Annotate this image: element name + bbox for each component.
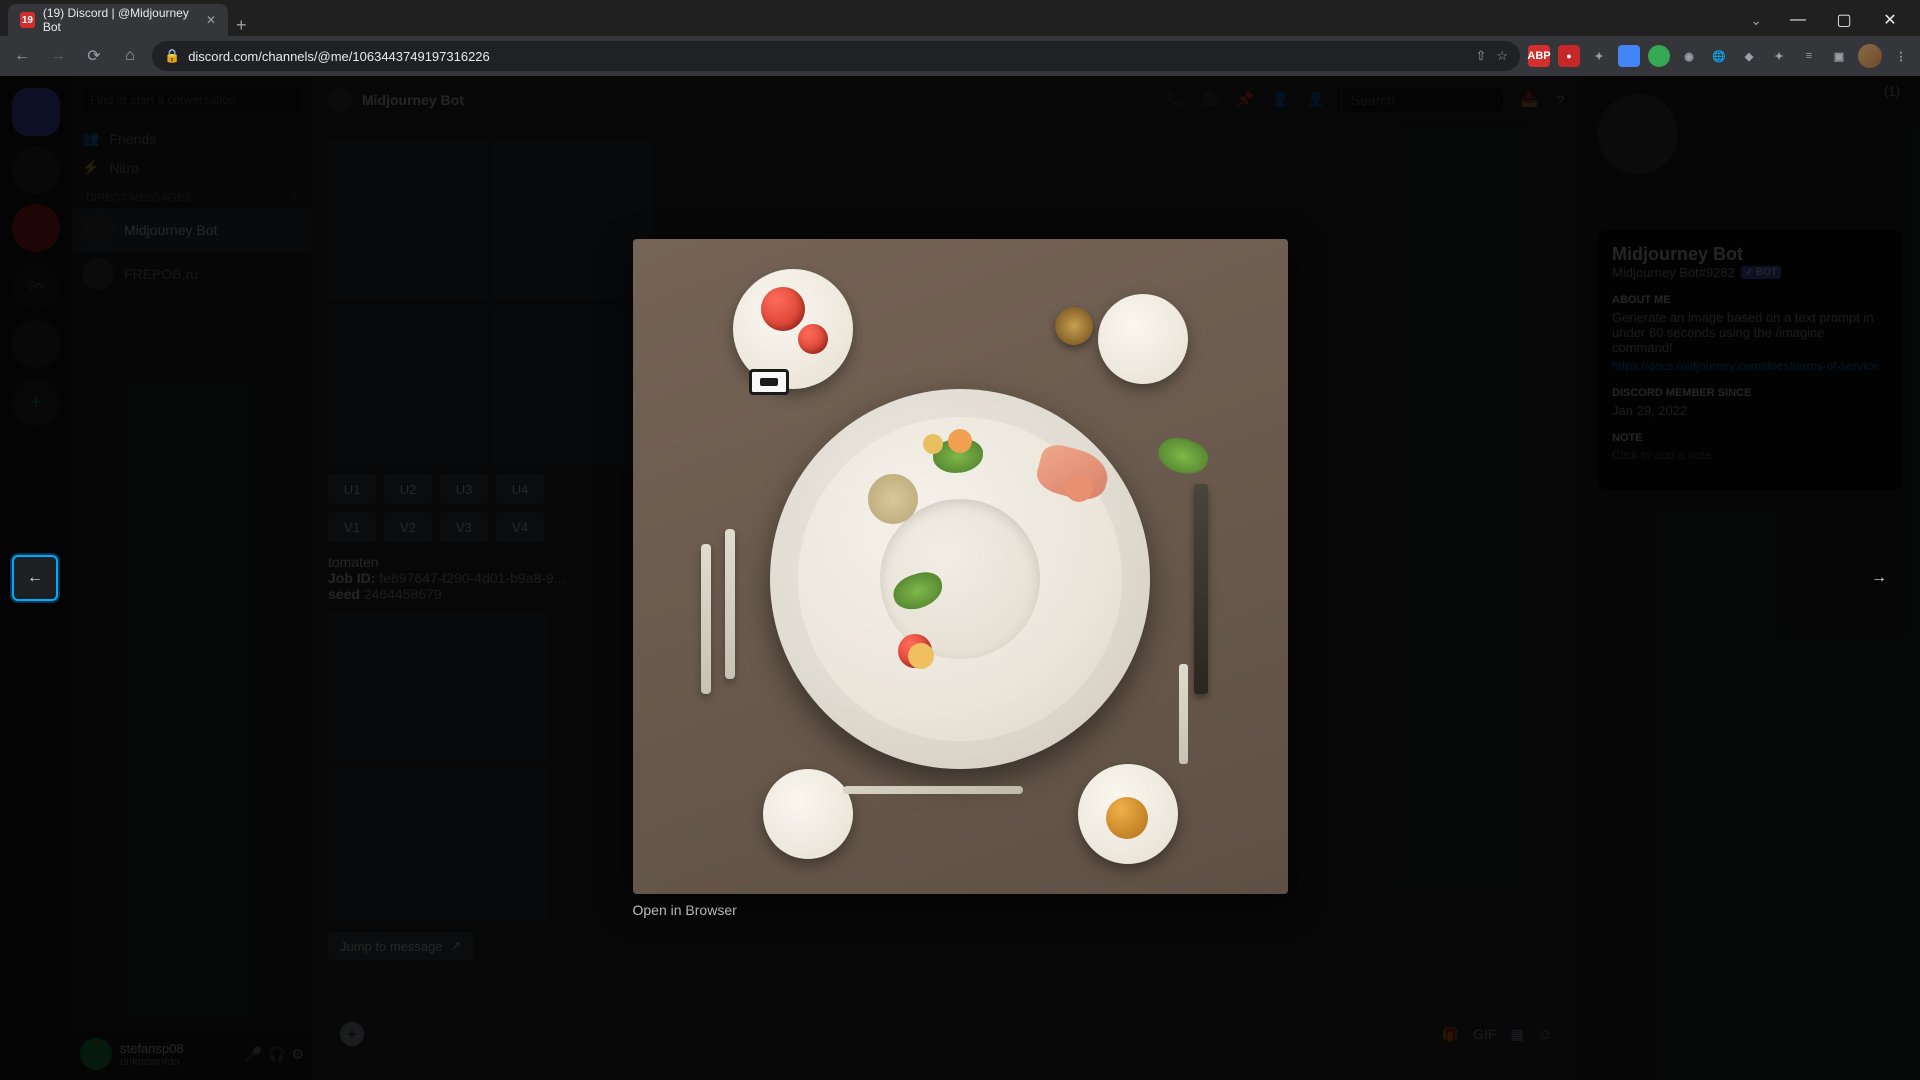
new-tab-button[interactable]: + [228, 15, 255, 36]
close-window-button[interactable]: ✕ [1868, 4, 1912, 36]
food-plate-illustration [633, 239, 1288, 894]
extension-icon[interactable]: 🌐 [1708, 45, 1730, 67]
url-text: discord.com/channels/@me/106344374919731… [188, 49, 490, 64]
back-button[interactable]: ← [8, 42, 36, 70]
extension-icon[interactable] [1648, 45, 1670, 67]
overlay-gadget-icon [749, 369, 789, 395]
reading-list-icon[interactable]: ≡ [1798, 45, 1820, 67]
extension-icons: ABP ● ✦ ◉ 🌐 ◆ ✦ ≡ ▣ ⋮ [1528, 44, 1912, 68]
adblock-extension-icon[interactable]: ABP [1528, 45, 1550, 67]
side-panel-icon[interactable]: ▣ [1828, 45, 1850, 67]
tab-title: (19) Discord | @Midjourney Bot [43, 6, 198, 34]
browser-tab-bar: 19 (19) Discord | @Midjourney Bot ✕ + ⌄ … [0, 0, 1920, 36]
extension-icon[interactable] [1618, 45, 1640, 67]
extensions-menu-icon[interactable]: ✦ [1768, 45, 1790, 67]
lock-icon: 🔒 [164, 48, 180, 64]
bookmark-icon[interactable]: ☆ [1496, 48, 1508, 64]
browser-tab[interactable]: 19 (19) Discord | @Midjourney Bot ✕ [8, 4, 228, 36]
discord-favicon: 19 [20, 12, 35, 28]
close-tab-icon[interactable]: ✕ [206, 13, 216, 27]
extension-icon[interactable]: ◆ [1738, 45, 1760, 67]
open-in-browser-link[interactable]: Open in Browser [633, 902, 737, 918]
extension-icon[interactable]: ✦ [1588, 45, 1610, 67]
menu-icon[interactable]: ⋮ [1890, 45, 1912, 67]
extension-icon[interactable]: ◉ [1678, 45, 1700, 67]
next-image-button[interactable]: → [1856, 555, 1902, 601]
maximize-button[interactable]: ▢ [1822, 4, 1866, 36]
profile-avatar-icon[interactable] [1858, 44, 1882, 68]
prev-image-button[interactable]: ← [12, 555, 58, 601]
forward-button[interactable]: → [44, 42, 72, 70]
reload-button[interactable]: ⟳ [80, 42, 108, 70]
lightbox-image[interactable] [633, 239, 1288, 894]
address-bar[interactable]: 🔒 discord.com/channels/@me/1063443749197… [152, 41, 1520, 71]
home-button[interactable]: ⌂ [116, 42, 144, 70]
extension-icon[interactable]: ● [1558, 45, 1580, 67]
tabs-dropdown-icon[interactable]: ⌄ [1750, 12, 1762, 29]
image-lightbox: ← → [0, 76, 1920, 1080]
minimize-button[interactable]: — [1776, 4, 1820, 36]
browser-toolbar: ← → ⟳ ⌂ 🔒 discord.com/channels/@me/10634… [0, 36, 1920, 76]
share-icon[interactable]: ⇧ [1475, 48, 1486, 64]
